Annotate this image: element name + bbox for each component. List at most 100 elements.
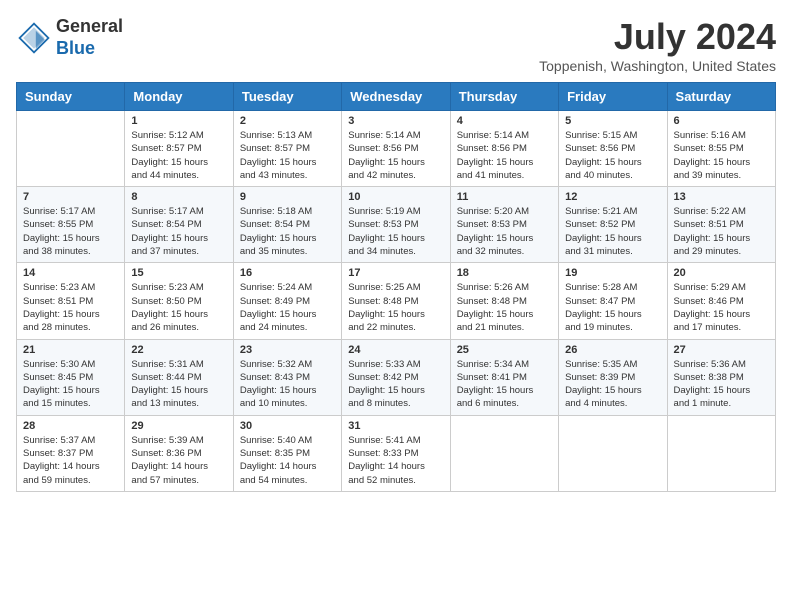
day-number: 13 xyxy=(674,191,769,203)
calendar-cell: 10 Sunrise: 5:19 AM Sunset: 8:53 PM Dayli… xyxy=(342,187,450,263)
calendar-cell: 18 Sunrise: 5:26 AM Sunset: 8:48 PM Dayli… xyxy=(450,263,558,339)
calendar-cell: 14 Sunrise: 5:23 AM Sunset: 8:51 PM Dayli… xyxy=(17,263,125,339)
cell-content: Sunrise: 5:31 AM Sunset: 8:44 PM Dayligh… xyxy=(131,358,226,411)
calendar-cell: 13 Sunrise: 5:22 AM Sunset: 8:51 PM Dayli… xyxy=(667,187,775,263)
logo-blue: Blue xyxy=(56,38,95,58)
calendar-header-row: SundayMondayTuesdayWednesdayThursdayFrid… xyxy=(17,83,776,111)
day-number: 7 xyxy=(23,191,118,203)
cell-content: Sunrise: 5:21 AM Sunset: 8:52 PM Dayligh… xyxy=(565,205,660,258)
day-number: 1 xyxy=(131,115,226,127)
calendar-cell xyxy=(667,415,775,491)
cell-content: Sunrise: 5:26 AM Sunset: 8:48 PM Dayligh… xyxy=(457,281,552,334)
cell-content: Sunrise: 5:12 AM Sunset: 8:57 PM Dayligh… xyxy=(131,129,226,182)
calendar-cell: 21Sunrise: 5:30 AM Sunset: 8:45 PM Dayli… xyxy=(17,339,125,415)
title-section: July 2024 Toppenish, Washington, United … xyxy=(539,16,776,74)
day-number: 25 xyxy=(457,344,552,356)
cell-content: Sunrise: 5:22 AM Sunset: 8:51 PM Dayligh… xyxy=(674,205,769,258)
cell-content: Sunrise: 5:14 AM Sunset: 8:56 PM Dayligh… xyxy=(348,129,443,182)
col-header-friday: Friday xyxy=(559,83,667,111)
calendar-cell: 28Sunrise: 5:37 AM Sunset: 8:37 PM Dayli… xyxy=(17,415,125,491)
cell-content: Sunrise: 5:28 AM Sunset: 8:47 PM Dayligh… xyxy=(565,281,660,334)
day-number: 18 xyxy=(457,267,552,279)
calendar-cell: 24 Sunrise: 5:33 AM Sunset: 8:42 PM Dayli… xyxy=(342,339,450,415)
cell-content: Sunrise: 5:23 AM Sunset: 8:50 PM Dayligh… xyxy=(131,281,226,334)
calendar-cell: 16Sunrise: 5:24 AM Sunset: 8:49 PM Dayli… xyxy=(233,263,341,339)
day-number: 22 xyxy=(131,344,226,356)
calendar-cell xyxy=(450,415,558,491)
day-number: 5 xyxy=(565,115,660,127)
calendar-cell xyxy=(559,415,667,491)
calendar-cell: 29 Sunrise: 5:39 AM Sunset: 8:36 PM Dayli… xyxy=(125,415,233,491)
day-number: 19 xyxy=(565,267,660,279)
calendar-cell: 12 Sunrise: 5:21 AM Sunset: 8:52 PM Dayli… xyxy=(559,187,667,263)
col-header-saturday: Saturday xyxy=(667,83,775,111)
cell-content: Sunrise: 5:20 AM Sunset: 8:53 PM Dayligh… xyxy=(457,205,552,258)
cell-content: Sunrise: 5:25 AM Sunset: 8:48 PM Dayligh… xyxy=(348,281,443,334)
calendar-week-2: 7 Sunrise: 5:17 AM Sunset: 8:55 PM Daylig… xyxy=(17,187,776,263)
month-title: July 2024 xyxy=(539,16,776,58)
cell-content: Sunrise: 5:15 AM Sunset: 8:56 PM Dayligh… xyxy=(565,129,660,182)
day-number: 3 xyxy=(348,115,443,127)
cell-content: Sunrise: 5:34 AM Sunset: 8:41 PM Dayligh… xyxy=(457,358,552,411)
cell-content: Sunrise: 5:17 AM Sunset: 8:55 PM Dayligh… xyxy=(23,205,118,258)
cell-content: Sunrise: 5:17 AM Sunset: 8:54 PM Dayligh… xyxy=(131,205,226,258)
day-number: 27 xyxy=(674,344,769,356)
day-number: 30 xyxy=(240,420,335,432)
calendar-week-4: 21Sunrise: 5:30 AM Sunset: 8:45 PM Dayli… xyxy=(17,339,776,415)
day-number: 2 xyxy=(240,115,335,127)
day-number: 29 xyxy=(131,420,226,432)
calendar-cell: 27 Sunrise: 5:36 AM Sunset: 8:38 PM Dayli… xyxy=(667,339,775,415)
calendar-week-5: 28Sunrise: 5:37 AM Sunset: 8:37 PM Dayli… xyxy=(17,415,776,491)
calendar-cell: 4 Sunrise: 5:14 AM Sunset: 8:56 PM Daylig… xyxy=(450,111,558,187)
logo-icon xyxy=(16,20,52,56)
calendar-cell: 11 Sunrise: 5:20 AM Sunset: 8:53 PM Dayli… xyxy=(450,187,558,263)
calendar-cell: 3 Sunrise: 5:14 AM Sunset: 8:56 PM Daylig… xyxy=(342,111,450,187)
calendar-cell: 30 Sunrise: 5:40 AM Sunset: 8:35 PM Dayli… xyxy=(233,415,341,491)
page-header: General Blue July 2024 Toppenish, Washin… xyxy=(16,16,776,74)
day-number: 26 xyxy=(565,344,660,356)
day-number: 23 xyxy=(240,344,335,356)
col-header-thursday: Thursday xyxy=(450,83,558,111)
calendar-cell: 25 Sunrise: 5:34 AM Sunset: 8:41 PM Dayli… xyxy=(450,339,558,415)
cell-content: Sunrise: 5:16 AM Sunset: 8:55 PM Dayligh… xyxy=(674,129,769,182)
calendar-cell: 6 Sunrise: 5:16 AM Sunset: 8:55 PM Daylig… xyxy=(667,111,775,187)
cell-content: Sunrise: 5:36 AM Sunset: 8:38 PM Dayligh… xyxy=(674,358,769,411)
calendar-cell: 1 Sunrise: 5:12 AM Sunset: 8:57 PM Daylig… xyxy=(125,111,233,187)
day-number: 28 xyxy=(23,420,118,432)
day-number: 6 xyxy=(674,115,769,127)
cell-content: Sunrise: 5:35 AM Sunset: 8:39 PM Dayligh… xyxy=(565,358,660,411)
calendar-cell: 7 Sunrise: 5:17 AM Sunset: 8:55 PM Daylig… xyxy=(17,187,125,263)
col-header-sunday: Sunday xyxy=(17,83,125,111)
calendar-cell: 2 Sunrise: 5:13 AM Sunset: 8:57 PM Daylig… xyxy=(233,111,341,187)
cell-content: Sunrise: 5:19 AM Sunset: 8:53 PM Dayligh… xyxy=(348,205,443,258)
day-number: 14 xyxy=(23,267,118,279)
day-number: 10 xyxy=(348,191,443,203)
day-number: 4 xyxy=(457,115,552,127)
cell-content: Sunrise: 5:14 AM Sunset: 8:56 PM Dayligh… xyxy=(457,129,552,182)
day-number: 24 xyxy=(348,344,443,356)
logo: General Blue xyxy=(16,16,123,59)
logo-text: General Blue xyxy=(56,16,123,59)
cell-content: Sunrise: 5:41 AM Sunset: 8:33 PM Dayligh… xyxy=(348,434,443,487)
day-number: 11 xyxy=(457,191,552,203)
calendar-cell: 20Sunrise: 5:29 AM Sunset: 8:46 PM Dayli… xyxy=(667,263,775,339)
calendar-week-1: 1 Sunrise: 5:12 AM Sunset: 8:57 PM Daylig… xyxy=(17,111,776,187)
calendar-cell: 15Sunrise: 5:23 AM Sunset: 8:50 PM Dayli… xyxy=(125,263,233,339)
calendar-cell: 22 Sunrise: 5:31 AM Sunset: 8:44 PM Dayli… xyxy=(125,339,233,415)
calendar-table: SundayMondayTuesdayWednesdayThursdayFrid… xyxy=(16,82,776,492)
calendar-cell: 17 Sunrise: 5:25 AM Sunset: 8:48 PM Dayli… xyxy=(342,263,450,339)
day-number: 8 xyxy=(131,191,226,203)
day-number: 12 xyxy=(565,191,660,203)
calendar-cell: 23Sunrise: 5:32 AM Sunset: 8:43 PM Dayli… xyxy=(233,339,341,415)
cell-content: Sunrise: 5:33 AM Sunset: 8:42 PM Dayligh… xyxy=(348,358,443,411)
calendar-cell: 9Sunrise: 5:18 AM Sunset: 8:54 PM Daylig… xyxy=(233,187,341,263)
day-number: 17 xyxy=(348,267,443,279)
cell-content: Sunrise: 5:13 AM Sunset: 8:57 PM Dayligh… xyxy=(240,129,335,182)
col-header-monday: Monday xyxy=(125,83,233,111)
cell-content: Sunrise: 5:39 AM Sunset: 8:36 PM Dayligh… xyxy=(131,434,226,487)
calendar-cell: 26 Sunrise: 5:35 AM Sunset: 8:39 PM Dayli… xyxy=(559,339,667,415)
cell-content: Sunrise: 5:40 AM Sunset: 8:35 PM Dayligh… xyxy=(240,434,335,487)
calendar-week-3: 14 Sunrise: 5:23 AM Sunset: 8:51 PM Dayli… xyxy=(17,263,776,339)
cell-content: Sunrise: 5:23 AM Sunset: 8:51 PM Dayligh… xyxy=(23,281,118,334)
cell-content: Sunrise: 5:29 AM Sunset: 8:46 PM Dayligh… xyxy=(674,281,769,334)
